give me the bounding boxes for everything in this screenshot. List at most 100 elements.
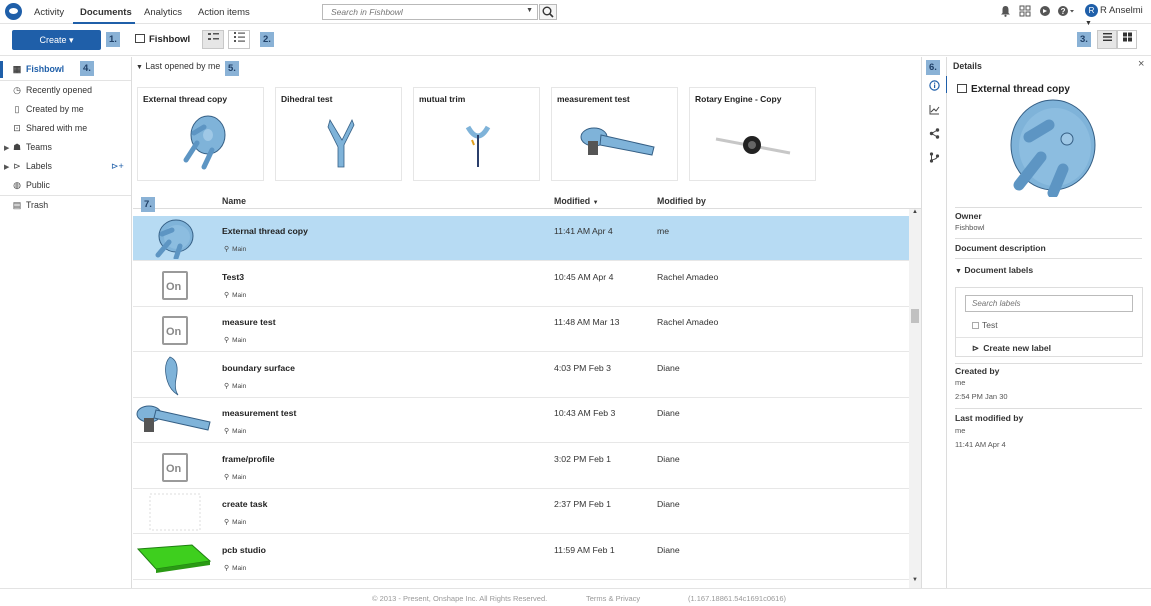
modified-by: Diane — [657, 544, 680, 555]
sidebar-item-label: Trash — [26, 200, 49, 210]
close-icon[interactable]: × — [1138, 58, 1144, 70]
sidebar-item-label: Public — [26, 180, 50, 190]
table-row[interactable]: measurement test ⚲ Main 10:43 AM Feb 3 Diane — [133, 398, 909, 443]
sidebar-item-label: Labels — [26, 161, 52, 171]
document-name[interactable]: Test3 — [222, 272, 244, 282]
create-button[interactable]: Create ▾ — [12, 30, 101, 50]
table-row[interactable]: pcb studio ⚲ Main 11:59 AM Feb 1 Diane — [133, 534, 909, 580]
terms-privacy-link[interactable]: Terms & Privacy — [586, 594, 640, 603]
recent-card[interactable]: mutual trim — [413, 87, 540, 181]
document-thumbnail — [136, 355, 212, 396]
share-icon[interactable] — [929, 128, 940, 142]
search-button[interactable] — [539, 4, 557, 20]
info-icon[interactable] — [929, 80, 940, 94]
recent-card[interactable]: Rotary Engine - Copy — [689, 87, 816, 181]
recent-card[interactable]: measurement test — [551, 87, 678, 181]
scroll-down-icon[interactable]: ▼ — [912, 577, 918, 583]
modified-by: Diane — [657, 408, 680, 418]
sidebar-item-fishbowl[interactable]: ▦ Fishbowl — [12, 64, 64, 75]
sidebar-item-recently-opened[interactable]: ◷ Recently opened — [12, 85, 92, 96]
branch-label: ⚲ Main — [224, 564, 246, 572]
document-name[interactable]: measure test — [222, 317, 276, 327]
search-input[interactable] — [323, 5, 519, 19]
create-new-label-button[interactable]: ⊳ Create new label — [972, 343, 1051, 354]
document-thumbnail: On — [136, 309, 212, 350]
details-divider — [955, 258, 1142, 259]
sidebar-item-label: Teams — [26, 142, 52, 152]
table-row[interactable]: On frame/profile ⚲ Main 3:02 PM Feb 1 Diane — [133, 443, 909, 489]
recent-section-header[interactable]: ▼ Last opened by me — [136, 61, 220, 71]
teams-icon: ☗ — [12, 142, 22, 152]
sidebar-item-trash[interactable]: ▤ Trash — [12, 200, 48, 211]
document-thumbnail: On — [136, 264, 212, 305]
table-row[interactable]: On Test3 ⚲ Main 10:45 AM Apr 4 Rachel Amadeo — [133, 261, 909, 307]
details-thumbnail — [995, 97, 1115, 199]
document-labels-toggle[interactable]: ▼ Document labels — [955, 265, 1033, 275]
branch-name: Main — [232, 291, 247, 299]
filter-list-button[interactable] — [202, 30, 224, 49]
document-description-label[interactable]: Document description — [955, 243, 1046, 253]
table-row[interactable]: create task ⚲ Main 2:37 PM Feb 1 Diane — [133, 489, 909, 534]
grid-view-button[interactable] — [1117, 30, 1137, 49]
create-new-label-text: Create new label — [983, 343, 1052, 353]
tab-documents[interactable]: Documents — [80, 7, 132, 18]
document-icon: ▯ — [14, 104, 20, 114]
scrollbar-thumb[interactable] — [911, 309, 919, 323]
column-header-modified[interactable]: Modified ▼ — [554, 196, 599, 206]
sidebar-item-created-by-me[interactable]: ▯ Created by me — [12, 104, 84, 115]
recent-card[interactable]: Dihedral test — [275, 87, 402, 181]
document-name[interactable]: boundary surface — [222, 363, 295, 373]
sidebar-item-teams[interactable]: ☗ Teams — [12, 142, 52, 153]
owner-label: Owner — [955, 211, 982, 221]
table-row[interactable]: External thread copy ⚲ Main 11:41 AM Apr 4 m… — [133, 216, 909, 261]
document-name[interactable]: measurement test — [222, 408, 296, 418]
scroll-up-icon[interactable]: ▲ — [912, 209, 918, 215]
tab-analytics[interactable]: Analytics — [144, 7, 182, 18]
notifications-bell-icon[interactable] — [1000, 5, 1011, 20]
app-store-icon[interactable] — [1019, 5, 1031, 20]
label-icon: ⊳ — [13, 161, 21, 171]
table-row[interactable]: boundary surface ⚲ Main 4:03 PM Feb 3 Diane — [133, 352, 909, 398]
tab-action-items[interactable]: Action items — [198, 7, 250, 18]
document-name[interactable]: create task — [222, 499, 267, 509]
details-document-name-text: External thread copy — [971, 84, 1070, 95]
search-dropdown-icon[interactable]: ▼ — [526, 7, 533, 14]
column-header-name[interactable]: Name — [222, 196, 246, 206]
branch-pin-icon: ⚲ — [224, 473, 230, 481]
document-name[interactable]: External thread copy — [222, 226, 308, 236]
search-box: ▼ — [322, 4, 538, 20]
grid-view-icon — [1122, 32, 1132, 42]
help-icon[interactable]: ? — [1057, 5, 1075, 20]
branch-label: ⚲ Main — [224, 518, 246, 526]
analytics-icon[interactable] — [929, 104, 940, 118]
document-thumbnail — [136, 537, 212, 578]
search-labels-input[interactable] — [966, 296, 1126, 311]
sidebar-item-public[interactable]: ◍ Public — [12, 180, 50, 191]
document-name[interactable]: pcb studio — [222, 545, 266, 555]
part-thumbnail — [694, 105, 811, 178]
sidebar-item-shared-with-me[interactable]: ⊡ Shared with me — [12, 123, 87, 134]
tab-activity[interactable]: Activity — [34, 7, 64, 18]
breadcrumb[interactable]: Fishbowl — [135, 34, 190, 45]
numbered-list-button[interactable] — [228, 30, 250, 49]
onshape-document-icon: On — [162, 316, 188, 345]
svg-text:?: ? — [1061, 7, 1066, 16]
modified-date: 10:43 AM Feb 3 — [554, 408, 616, 418]
chevron-down-icon: ▼ — [955, 268, 962, 275]
column-header-modified-by[interactable]: Modified by — [657, 196, 706, 206]
labels-search-box — [965, 295, 1133, 312]
onshape-logo-icon[interactable] — [5, 3, 22, 20]
chevron-right-icon[interactable]: ▶ — [4, 163, 9, 171]
chevron-right-icon[interactable]: ▶ — [4, 144, 9, 152]
document-name[interactable]: frame/profile — [222, 454, 275, 464]
add-label-icon[interactable]: ⊳+ — [111, 161, 124, 172]
label-checkbox[interactable]: Test — [972, 320, 998, 330]
version-graph-icon[interactable] — [929, 152, 940, 166]
onshape-document-icon: On — [162, 452, 188, 482]
sidebar-item-labels[interactable]: ⊳ Labels — [12, 161, 52, 172]
list-view-button[interactable] — [1097, 30, 1117, 49]
table-row[interactable]: On measure test ⚲ Main 11:48 AM Mar 13 Rachel… — [133, 307, 909, 352]
table-scrollbar[interactable]: ▲ ▼ — [909, 209, 921, 588]
recent-card[interactable]: External thread copy — [137, 87, 264, 181]
learning-center-icon[interactable] — [1039, 5, 1051, 20]
